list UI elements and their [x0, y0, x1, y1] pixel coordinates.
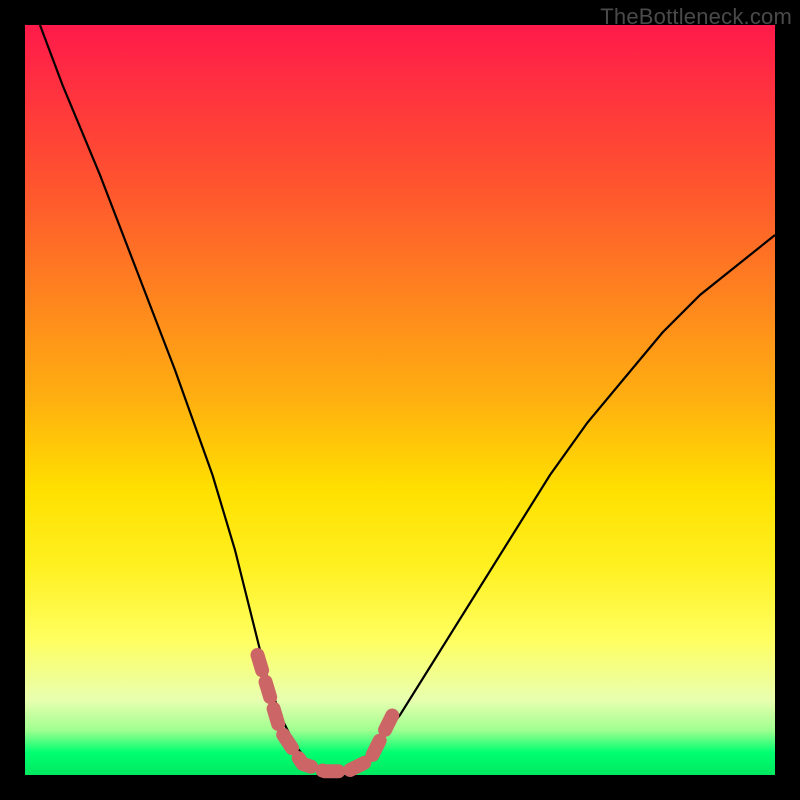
plot-area [25, 25, 775, 775]
chart-frame: TheBottleneck.com [0, 0, 800, 800]
curve-layer [25, 25, 775, 775]
tolerance-band [258, 655, 393, 771]
bottleneck-curve [40, 25, 775, 771]
